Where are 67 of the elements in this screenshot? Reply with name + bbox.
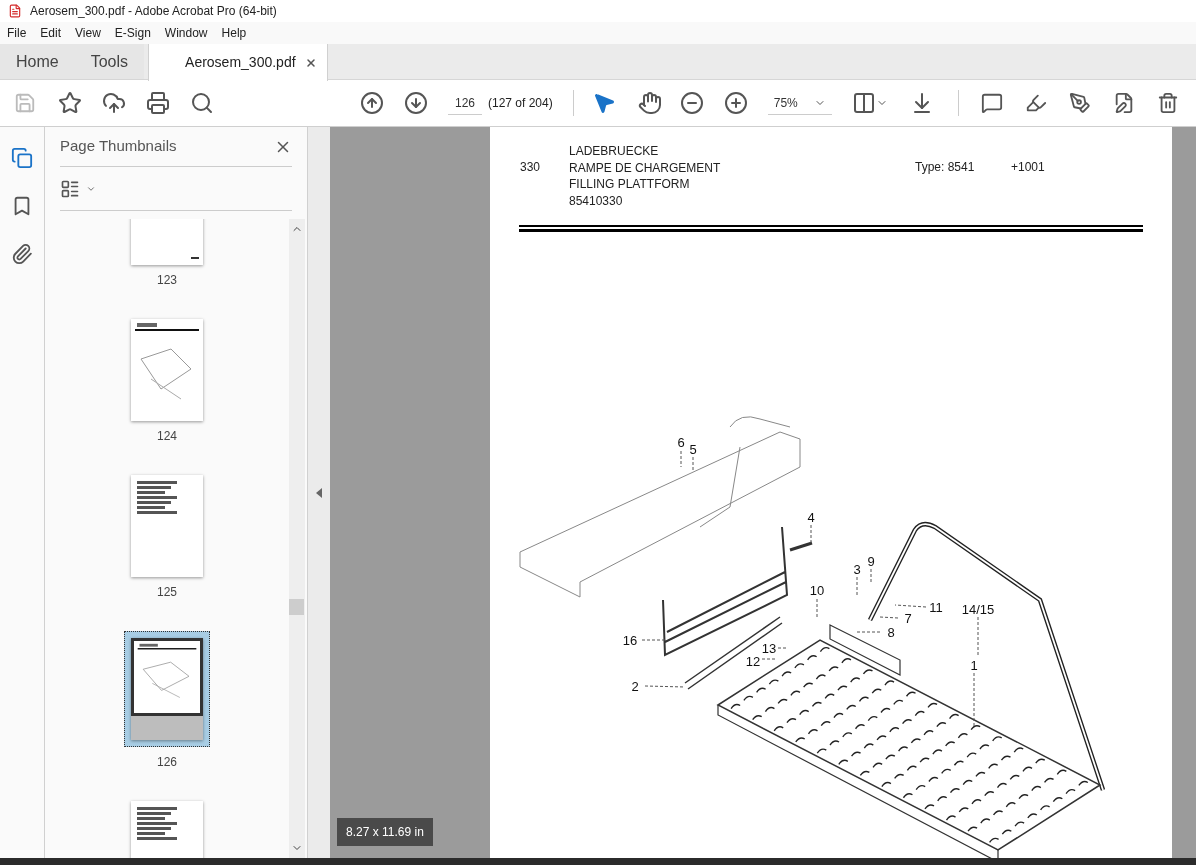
page-thumbnail[interactable]: [131, 319, 203, 421]
star-icon[interactable]: [58, 91, 82, 115]
part-title: FILLING PLATTFORM: [569, 176, 691, 193]
nav-tab[interactable]: Home: [0, 44, 75, 79]
callout-number: 2: [631, 679, 639, 693]
highlighter-icon[interactable]: [1024, 92, 1047, 114]
menu-item[interactable]: File: [4, 24, 30, 42]
callout-number: 12: [745, 654, 761, 668]
collapse-panel-icon[interactable]: [316, 487, 322, 498]
zoom-dropdown[interactable]: 75%: [767, 91, 832, 115]
callout-number: 4: [807, 510, 815, 524]
page-fit-icon[interactable]: [851, 91, 876, 115]
section-number: 330: [520, 159, 542, 176]
menu-item[interactable]: Edit: [37, 24, 65, 42]
pen-icon[interactable]: [1068, 92, 1091, 114]
page-number-label: 124: [157, 428, 177, 445]
callout-number: 8: [887, 625, 895, 639]
page-count: (127 of 204): [488, 95, 553, 112]
part-title: LADEBRUECKE: [569, 143, 660, 160]
search-icon[interactable]: [190, 91, 214, 115]
part-title: 85410330: [569, 192, 624, 209]
callout-number: 16: [622, 633, 638, 647]
menu-item[interactable]: Window: [161, 24, 211, 42]
pages-icon[interactable]: [11, 147, 33, 169]
callout-number: 9: [867, 554, 875, 568]
previous-page-icon[interactable]: [360, 91, 384, 115]
tab-label: Aerosem_300.pdf: [185, 53, 296, 72]
window-title: Aerosem_300.pdf - Adobe Acrobat Pro (64-bit): [30, 3, 277, 20]
zoom-in-icon[interactable]: [723, 91, 748, 115]
callout-number: 1: [970, 658, 978, 672]
close-icon[interactable]: [305, 56, 318, 69]
paperclip-icon[interactable]: [11, 243, 33, 265]
comment-icon[interactable]: [980, 92, 1003, 114]
thumbnail-options-icon[interactable]: [60, 178, 80, 199]
page-size-badge: 8.27 x 11.69 in: [337, 818, 433, 846]
callout-number: 13: [761, 641, 777, 655]
print-icon[interactable]: [146, 91, 170, 115]
part-title: RAMPE DE CHARGEMENT: [569, 159, 722, 176]
page-number-label: 126: [157, 754, 177, 771]
menu-item[interactable]: View: [72, 24, 104, 42]
page-thumbnail[interactable]: [131, 475, 203, 577]
callout-number: 3: [853, 562, 861, 576]
callout-number: 14/15: [961, 602, 995, 616]
upload-icon[interactable]: [102, 91, 126, 115]
trash-icon[interactable]: [1156, 92, 1179, 114]
menu-item[interactable]: E-Sign: [111, 24, 154, 42]
panel-title: Page Thumbnails: [60, 136, 177, 157]
menu-item[interactable]: Help: [218, 24, 250, 42]
nav-tab[interactable]: Tools: [74, 44, 145, 79]
callout-number: 5: [689, 442, 697, 456]
next-page-icon[interactable]: [404, 91, 428, 115]
variant-label: +1001: [1011, 159, 1045, 176]
callout-number: 10: [809, 583, 825, 597]
pdf-app-icon: [8, 4, 22, 18]
page-number-label: 123: [157, 272, 177, 289]
callout-number: 11: [929, 600, 943, 614]
page-thumbnail[interactable]: [131, 638, 203, 740]
type-label: Type: 8541: [915, 159, 976, 176]
page-number-field[interactable]: 126: [448, 91, 482, 115]
scrollbar[interactable]: [289, 219, 305, 858]
document-tab[interactable]: Aerosem_300.pdf: [148, 44, 329, 81]
hand-icon[interactable]: [637, 91, 662, 115]
callout-number: 6: [677, 435, 685, 449]
zoom-out-icon[interactable]: [679, 91, 704, 115]
scrollbar-thumb[interactable]: [289, 599, 304, 615]
page-number-label: 125: [157, 584, 177, 601]
callout-number: 7: [904, 611, 912, 625]
